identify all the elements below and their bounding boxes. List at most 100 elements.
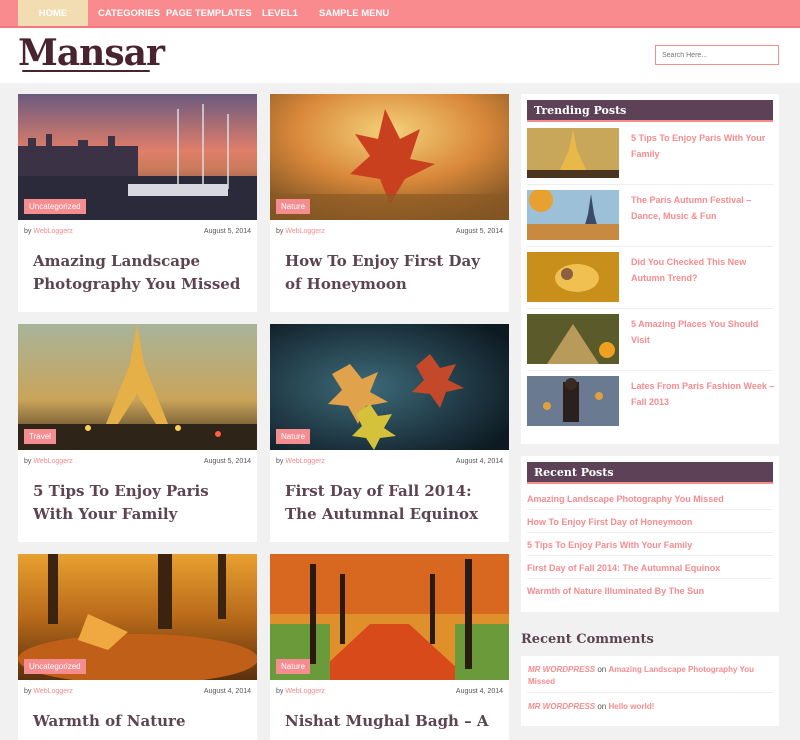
trending-thumb[interactable] xyxy=(527,314,619,364)
post-date: August 4, 2014 xyxy=(455,458,503,465)
author-link[interactable]: WebLoggerz xyxy=(33,458,73,465)
post-meta: by WebLoggerz August 5, 2014 xyxy=(24,458,251,465)
recent-post-link[interactable]: 5 Tips To Enjoy Paris With Your Family xyxy=(527,540,773,550)
comment-author[interactable]: MR WORDPRESS xyxy=(528,665,595,674)
trending-item[interactable]: 5 Amazing Places You Should Visit xyxy=(527,314,773,364)
author-link[interactable]: WebLoggerz xyxy=(33,688,73,695)
post-title[interactable]: How To Enjoy First Day of Honeymoon xyxy=(285,250,500,296)
post-title[interactable]: Nishat Mughal Bagh – A xyxy=(285,710,500,733)
post-date: August 4, 2014 xyxy=(203,688,251,695)
nav-page-templates[interactable]: PAGE TEMPLATES xyxy=(166,0,252,26)
divider xyxy=(527,509,773,510)
logo-underline xyxy=(22,70,150,72)
site-logo[interactable]: Mansar xyxy=(18,32,165,74)
recent-comment: MR WORDPRESS on Amazing Landscape Photog… xyxy=(528,664,768,688)
divider xyxy=(527,578,773,579)
post-date: August 5, 2014 xyxy=(455,228,503,235)
divider xyxy=(527,184,773,185)
divider xyxy=(527,532,773,533)
category-badge[interactable]: Uncategorized xyxy=(24,199,86,214)
by-label: by xyxy=(24,458,32,465)
recent-post-link[interactable]: First Day of Fall 2014: The Autumnal Equ… xyxy=(527,563,773,573)
recent-post-link[interactable]: Warmth of Nature Illuminated By The Sun xyxy=(527,586,773,596)
category-badge[interactable]: Nature xyxy=(276,429,311,444)
trending-thumb[interactable] xyxy=(527,252,619,302)
trending-title[interactable]: Did You Checked This New Autumn Trend? xyxy=(631,254,776,286)
post-title[interactable]: 5 Tips To Enjoy Paris With Your Family xyxy=(33,480,248,526)
divider xyxy=(527,246,773,247)
category-badge[interactable]: Travel xyxy=(24,429,56,444)
post-image-eiffel[interactable]: Travel xyxy=(18,324,257,450)
trending-item[interactable]: Lates From Paris Fashion Week – Fall 201… xyxy=(527,376,776,426)
post-title[interactable]: First Day of Fall 2014: The Autumnal Equ… xyxy=(285,480,500,526)
divider xyxy=(527,308,773,309)
trending-item[interactable]: 5 Tips To Enjoy Paris With Your Family xyxy=(527,128,773,178)
post-card: Nature by WebLoggerz August 4, 2014 First… xyxy=(270,324,509,542)
comment-on-label: on xyxy=(597,665,607,674)
author-link[interactable]: WebLoggerz xyxy=(285,688,325,695)
post-card: Nature by WebLoggerz August 5, 2014 How T… xyxy=(270,94,509,312)
post-card: Nature by WebLoggerz August 4, 2014 Nisha… xyxy=(270,554,509,740)
divider xyxy=(527,555,773,556)
post-title[interactable]: Amazing Landscape Photography You Missed xyxy=(33,250,248,296)
author-link[interactable]: WebLoggerz xyxy=(285,228,325,235)
post-image-tree-alley[interactable]: Nature xyxy=(270,554,509,680)
trending-item[interactable]: The Paris Autumn Festival – Dance, Music… xyxy=(527,190,773,240)
post-card: Travel by WebLoggerz August 5, 2014 5 Tip… xyxy=(18,324,257,542)
post-meta: by WebLoggerz August 4, 2014 xyxy=(276,688,503,695)
post-meta: by WebLoggerz August 5, 2014 xyxy=(276,228,503,235)
post-image-harbor[interactable]: Uncategorized xyxy=(18,94,257,220)
trending-title[interactable]: Lates From Paris Fashion Week – Fall 201… xyxy=(631,378,776,410)
author-link[interactable]: WebLoggerz xyxy=(33,228,73,235)
trending-title[interactable]: The Paris Autumn Festival – Dance, Music… xyxy=(631,192,776,224)
search-input[interactable] xyxy=(655,45,779,65)
divider xyxy=(527,692,773,693)
by-label: by xyxy=(24,688,32,695)
author-link[interactable]: WebLoggerz xyxy=(285,458,325,465)
nav-home[interactable]: HOME xyxy=(18,0,88,26)
trending-widget: Trending Posts 5 Tips To Enjoy Paris Wit… xyxy=(521,94,779,444)
recent-post-link[interactable]: How To Enjoy First Day of Honeymoon xyxy=(527,517,773,527)
trending-item[interactable]: Did You Checked This New Autumn Trend? xyxy=(527,252,773,302)
site-header: Mansar xyxy=(0,28,800,83)
post-meta: by WebLoggerz August 4, 2014 xyxy=(24,688,251,695)
category-badge[interactable]: Nature xyxy=(276,659,311,674)
post-meta: by WebLoggerz August 5, 2014 xyxy=(24,228,251,235)
trending-thumb[interactable] xyxy=(527,376,619,426)
trending-title[interactable]: 5 Amazing Places You Should Visit xyxy=(631,316,776,348)
recent-comment: MR WORDPRESS on Hello world! xyxy=(528,701,768,713)
post-meta: by WebLoggerz August 4, 2014 xyxy=(276,458,503,465)
nav-categories[interactable]: CATEGORIES xyxy=(98,0,160,26)
by-label: by xyxy=(276,228,284,235)
nav-level1[interactable]: LEVEL1 xyxy=(262,0,298,26)
category-badge[interactable]: Nature xyxy=(276,199,311,214)
recent-post-link[interactable]: Amazing Landscape Photography You Missed xyxy=(527,494,773,504)
trending-heading: Trending Posts xyxy=(527,100,773,122)
post-date: August 5, 2014 xyxy=(203,228,251,235)
divider xyxy=(527,370,773,371)
by-label: by xyxy=(24,228,32,235)
post-image-leaf[interactable]: Nature xyxy=(270,94,509,220)
category-badge[interactable]: Uncategorized xyxy=(24,659,86,674)
nav-sample-menu[interactable]: SAMPLE MENU xyxy=(319,0,389,26)
recent-posts-widget: Recent Posts Amazing Landscape Photograp… xyxy=(521,456,779,612)
post-image-fall-leaves[interactable]: Nature xyxy=(270,324,509,450)
post-date: August 5, 2014 xyxy=(203,458,251,465)
post-date: August 4, 2014 xyxy=(455,688,503,695)
main-nav: HOME CATEGORIES PAGE TEMPLATES LEVEL1 SA… xyxy=(0,0,800,28)
trending-thumb[interactable] xyxy=(527,128,619,178)
trending-thumb[interactable] xyxy=(527,190,619,240)
post-card: Uncategorized by WebLoggerz August 4, 201… xyxy=(18,554,257,740)
comment-author[interactable]: MR WORDPRESS xyxy=(528,702,595,711)
by-label: by xyxy=(276,458,284,465)
trending-title[interactable]: 5 Tips To Enjoy Paris With Your Family xyxy=(631,130,776,162)
recent-comments-widget: MR WORDPRESS on Amazing Landscape Photog… xyxy=(521,656,779,726)
post-card: Uncategorized by WebLoggerz August 5, 201… xyxy=(18,94,257,312)
comment-post-link[interactable]: Hello world! xyxy=(609,702,655,711)
post-image-forest[interactable]: Uncategorized xyxy=(18,554,257,680)
recent-posts-heading: Recent Posts xyxy=(527,462,773,484)
comment-on-label: on xyxy=(597,702,607,711)
post-title[interactable]: Warmth of Nature xyxy=(33,710,248,733)
recent-comments-heading: Recent Comments xyxy=(521,632,654,647)
by-label: by xyxy=(276,688,284,695)
